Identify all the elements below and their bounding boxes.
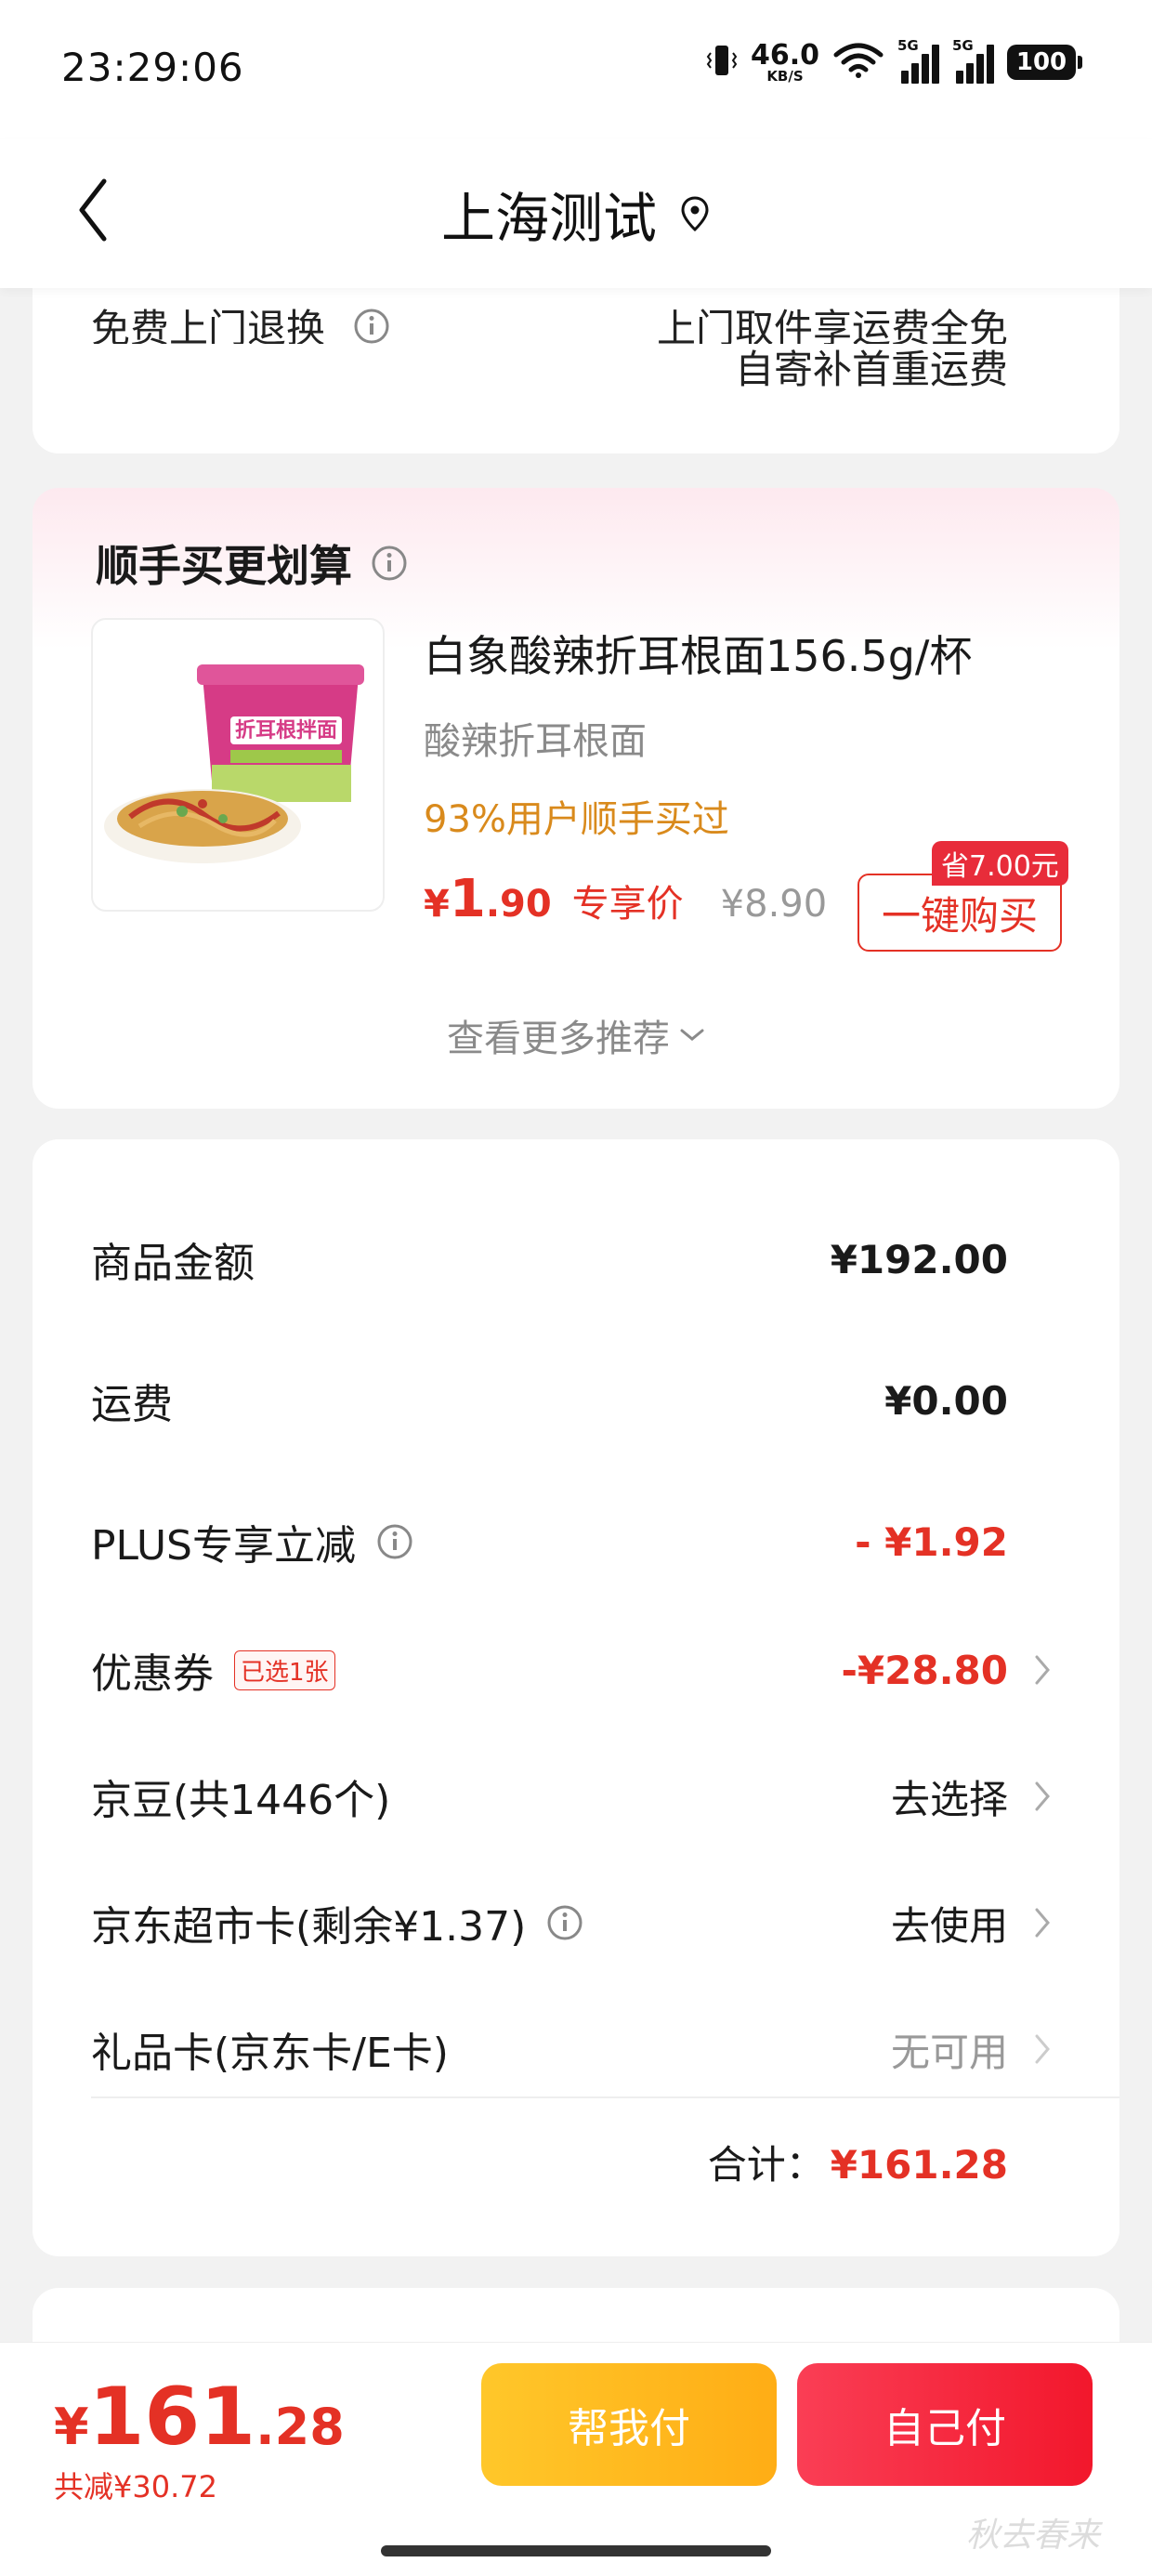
gift-card-label: 礼品卡(京东卡/E卡) [91, 2030, 449, 2077]
pay-total: ¥ 161 .28 [54, 2371, 345, 2464]
chevron-down-icon [680, 1029, 704, 1041]
total-saved[interactable]: 共减¥30.72 [54, 2464, 217, 2506]
signal-icon-2: 5G [952, 37, 994, 84]
status-icons: 46.0 KB/S 5G 5G 100 [706, 37, 1082, 85]
net-speed-value: 46.0 [750, 38, 819, 72]
subtotal-row: 合计： ¥161.28 [708, 2134, 1008, 2190]
battery-icon: 100 [1007, 45, 1082, 80]
price-summary-card: 商品金额 ¥192.00 运费 ¥0.00 PLUS专享立减 - ¥1.92 优… [33, 1139, 1119, 2256]
coupon-value: -¥28.80 [841, 1647, 1008, 1693]
vibrate-icon [706, 42, 738, 83]
save-badge: 省7.00元 [932, 841, 1068, 886]
plus-discount-value: - ¥1.92 [855, 1518, 1008, 1565]
info-icon [372, 545, 407, 581]
jd-beans-row[interactable]: 京豆(共1446个) 去选择 [91, 1755, 1119, 1838]
info-icon[interactable] [376, 1523, 413, 1560]
free-return-label: 免费上门退换 [91, 297, 390, 344]
gift-card-status: 无可用 [890, 2029, 1008, 2075]
watermark: 秋去春来 [966, 2517, 1101, 2555]
more-recommend-label: 查看更多推荐 [447, 1018, 670, 1060]
coupon-row[interactable]: 优惠券 已选1张 -¥28.80 [91, 1628, 1119, 1712]
goods-amount-row: 商品金额 ¥192.00 [91, 1217, 1119, 1301]
net-speed: 46.0 KB/S [750, 38, 819, 85]
checkout-bar: ¥ 161 .28 共减¥30.72 帮我付 自己付 秋去春来 [0, 2342, 1152, 2576]
help-me-pay-button[interactable]: 帮我付 [481, 2363, 777, 2486]
supermarket-card-label: 京东超市卡(剩余¥1.37) [91, 1903, 527, 1951]
plus-discount-row: PLUS专享立减 - ¥1.92 [91, 1500, 1119, 1584]
status-time: 23:29:06 [61, 45, 244, 90]
signal-1-label: 5G [897, 37, 919, 54]
subtotal-value: ¥161.28 [830, 2142, 1008, 2188]
page-title: 上海测试 [440, 187, 657, 250]
address-selector[interactable]: 上海测试 [0, 175, 1152, 253]
original-price: ¥8.90 [720, 883, 828, 926]
signal-2-label: 5G [952, 37, 974, 54]
supermarket-card-row[interactable]: 京东超市卡(剩余¥1.37) 去使用 [91, 1881, 1119, 1965]
product-image-label: 折耳根拌面 [235, 719, 337, 743]
wifi-icon [832, 42, 884, 83]
self-ship-note: 自寄补首重运费 [734, 347, 1008, 392]
info-icon[interactable] [546, 1904, 583, 1941]
goods-amount-label: 商品金额 [91, 1240, 255, 1287]
recommend-card: 顺手买更划算 折耳根拌面 白象酸辣折耳根面156.5g/杯 酸辣折耳根面 93%… [33, 488, 1119, 1109]
free-return-text: 免费上门退换 [91, 306, 326, 344]
divider [91, 2096, 1119, 2098]
coupon-selected-badge: 已选1张 [234, 1649, 335, 1690]
supermarket-card-action: 去使用 [890, 1902, 1008, 1949]
recommend-title-text: 顺手买更划算 [96, 541, 352, 591]
price-tag: 专享价 [571, 883, 684, 926]
product-image[interactable]: 折耳根拌面 [91, 618, 385, 912]
pay-currency: ¥ [54, 2398, 89, 2456]
plus-discount-label: PLUS专享立减 [91, 1522, 356, 1570]
shipping-value: ¥0.00 [884, 1377, 1008, 1424]
chevron-right-icon [1035, 1781, 1050, 1811]
price-integer: 1 [449, 869, 486, 929]
signal-icon-1: 5G [897, 37, 939, 84]
nav-bar: 上海测试 [0, 139, 1152, 288]
price-currency: ¥ [424, 883, 450, 926]
supermarket-card-label-wrap: 京东超市卡(剩余¥1.37) [91, 1893, 583, 1952]
chevron-right-icon [1035, 1655, 1050, 1685]
shipping-row: 运费 ¥0.00 [91, 1359, 1119, 1442]
chevron-right-icon [1035, 1908, 1050, 1938]
product-stat: 93%用户顺手买过 [424, 798, 729, 841]
product-subtitle: 酸辣折耳根面 [424, 720, 647, 763]
product-price: ¥ 1 .90 专享价 ¥8.90 [424, 869, 827, 929]
shipping-label: 运费 [91, 1381, 173, 1428]
subtotal-label: 合计： [707, 2142, 825, 2188]
pay-decimal: .28 [255, 2398, 345, 2456]
home-indicator[interactable] [381, 2545, 771, 2556]
net-speed-unit: KB/S [766, 67, 804, 85]
price-decimal: .90 [485, 883, 552, 926]
pickup-text: 上门取件享运费全免 [656, 306, 1008, 344]
chevron-right-icon [1035, 2034, 1050, 2064]
goods-amount-value: ¥192.00 [830, 1236, 1008, 1282]
plus-discount-label-wrap: PLUS专享立减 [91, 1512, 413, 1571]
more-recommend-link[interactable]: 查看更多推荐 [33, 1008, 1119, 1062]
recommend-title: 顺手买更划算 [96, 532, 408, 594]
product-name[interactable]: 白象酸辣折耳根面156.5g/杯 [424, 623, 972, 684]
location-pin-icon [681, 196, 709, 232]
pay-integer: 161 [88, 2371, 256, 2464]
info-icon [354, 309, 389, 343]
coupon-label-wrap: 优惠券 已选1张 [91, 1640, 335, 1700]
gift-card-row[interactable]: 礼品卡(京东卡/E卡) 无可用 [91, 2007, 1119, 2091]
coupon-label: 优惠券 [91, 1650, 214, 1698]
jd-beans-label: 京豆(共1446个) [91, 1777, 391, 1824]
pay-myself-button[interactable]: 自己付 [797, 2363, 1093, 2486]
jd-beans-action: 去选择 [890, 1776, 1008, 1822]
status-bar: 23:29:06 46.0 KB/S 5G 5G 100 [0, 0, 1152, 139]
